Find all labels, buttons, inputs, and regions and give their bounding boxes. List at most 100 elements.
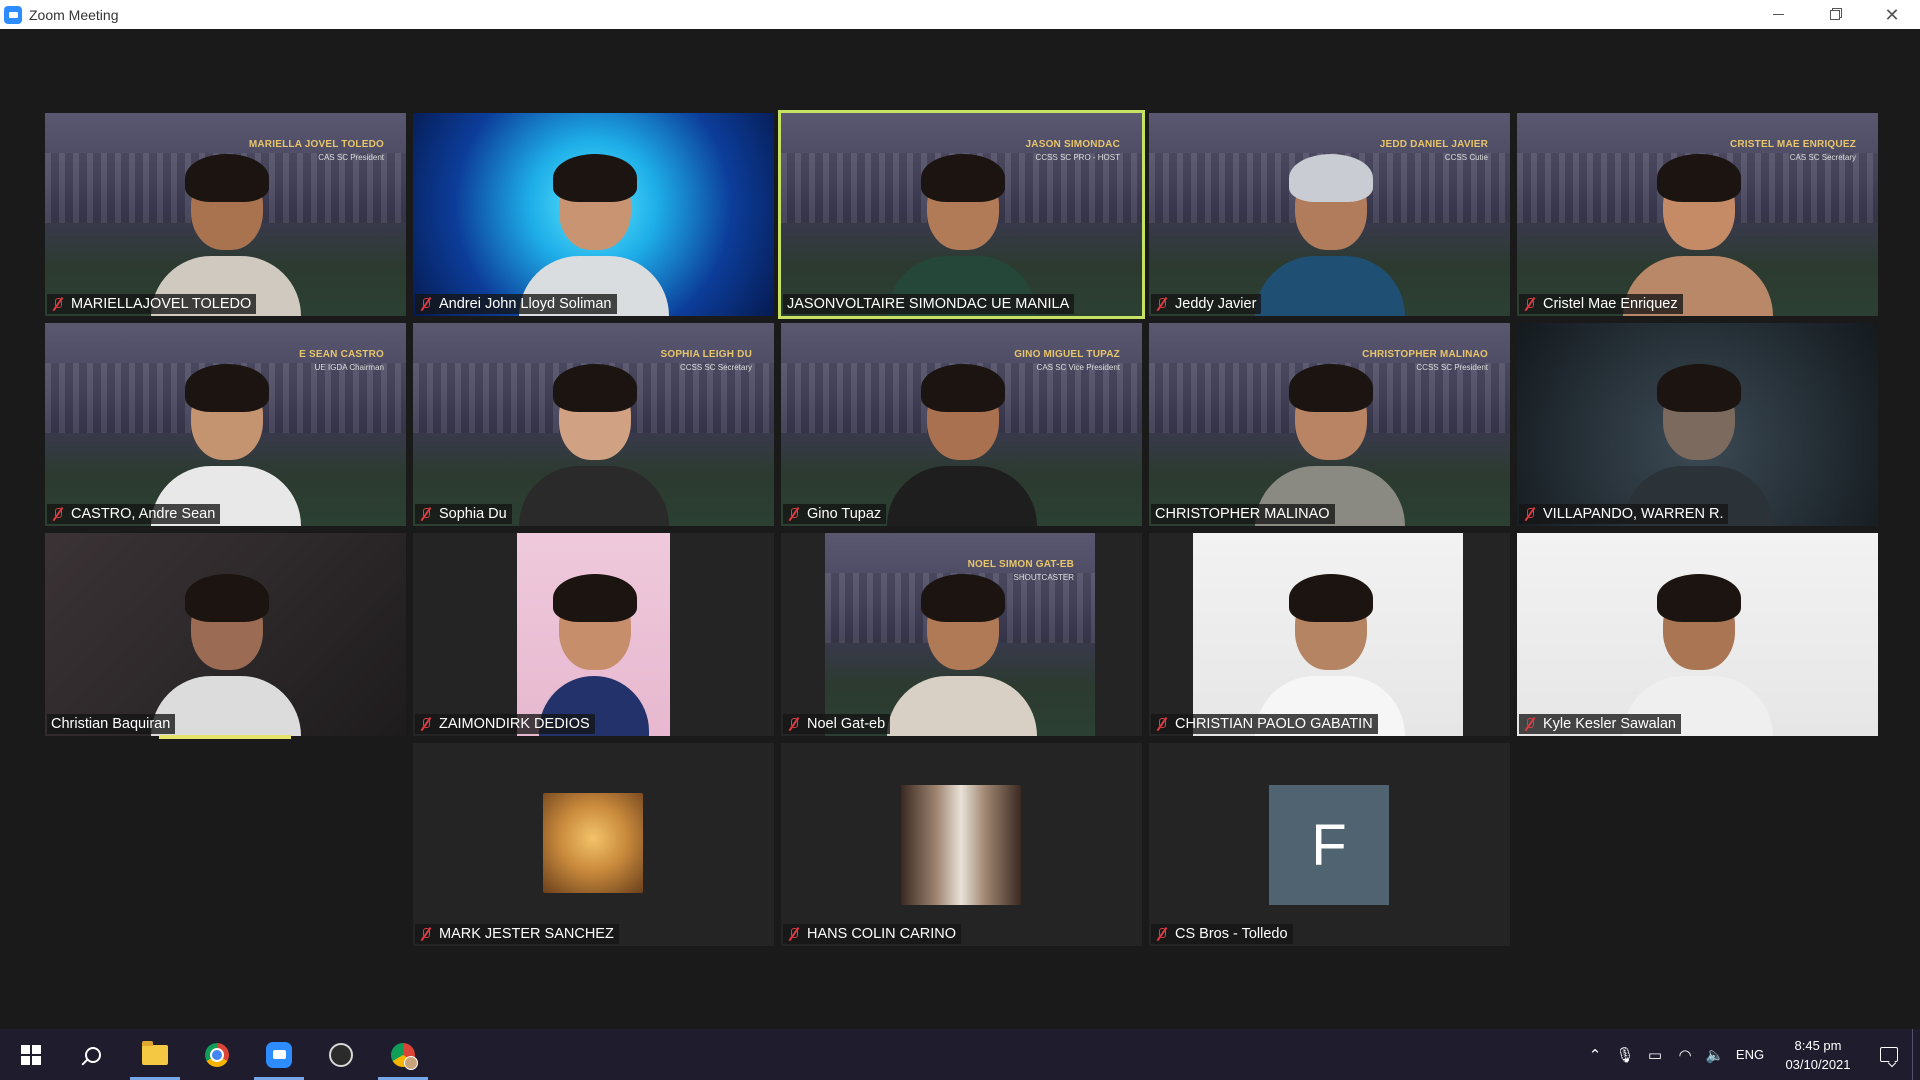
system-clock[interactable]: 8:45 pm 03/10/2021: [1770, 1036, 1866, 1074]
participant-nameplate: CHRISTIAN PAOLO GABATIN: [1151, 714, 1378, 734]
participant-name: HANS COLIN CARINO: [807, 926, 957, 942]
banner-title: UE IGDA Chairman: [314, 363, 384, 372]
clock-time: 8:45 pm: [1794, 1037, 1842, 1053]
start-button[interactable]: [0, 1029, 62, 1080]
profile-picture: [901, 785, 1021, 905]
participant-nameplate: MARIELLAJOVEL TOLEDO: [47, 294, 257, 314]
chrome-icon: [205, 1042, 229, 1067]
participant-tile[interactable]: E SEAN CASTRO UE IGDA Chairman CASTRO, A…: [45, 323, 406, 526]
participant-nameplate: Kyle Kesler Sawalan: [1519, 714, 1681, 734]
taskbar-zoom[interactable]: [248, 1029, 310, 1080]
network-tray-button[interactable]: ◠: [1670, 1029, 1700, 1080]
participant-nameplate: CASTRO, Andre Sean: [47, 504, 221, 524]
action-center-button[interactable]: [1866, 1029, 1912, 1080]
muted-mic-icon: [787, 507, 801, 521]
participant-name: Cristel Mae Enriquez: [1543, 296, 1678, 312]
participant-name: JASONVOLTAIRE SIMONDAC UE MANILA: [787, 296, 1070, 312]
participant-nameplate: Christian Baquiran: [47, 714, 176, 734]
participant-tile[interactable]: SOPHIA LEIGH DU CCSS SC Secretary Sophia…: [413, 323, 774, 526]
participant-figure: [1254, 566, 1405, 736]
zoom-app-icon: [4, 5, 22, 24]
participant-tile[interactable]: HANS COLIN CARINO: [781, 743, 1142, 946]
taskbar-file-explorer[interactable]: [124, 1029, 186, 1080]
participant-tile[interactable]: Andrei John Lloyd Soliman: [413, 113, 774, 316]
participant-tile[interactable]: JEDD DANIEL JAVIER CCSS Cutie Jeddy Javi…: [1149, 113, 1510, 316]
avatar-initial: F: [1269, 785, 1389, 905]
participant-tile[interactable]: CRISTEL MAE ENRIQUEZ CAS SC Secretary Cr…: [1517, 113, 1878, 316]
banner-title: CCSS SC PRO - HOST: [1035, 153, 1120, 162]
participant-name: CHRISTOPHER MALINAO: [1155, 506, 1330, 522]
participant-figure: [1254, 356, 1405, 526]
participant-nameplate: Gino Tupaz: [783, 504, 887, 524]
participant-tile[interactable]: Kyle Kesler Sawalan: [1517, 533, 1878, 736]
muted-mic-icon: [51, 507, 65, 521]
clock-date: 03/10/2021: [1785, 1056, 1851, 1072]
participant-name: Andrei John Lloyd Soliman: [439, 296, 612, 312]
participant-nameplate: Andrei John Lloyd Soliman: [415, 294, 617, 314]
participant-nameplate: Cristel Mae Enriquez: [1519, 294, 1683, 314]
wifi-icon: ◠: [1678, 1046, 1692, 1064]
muted-mic-icon: [1155, 927, 1169, 941]
taskbar-chrome[interactable]: [186, 1029, 248, 1080]
file-explorer-icon: [142, 1040, 168, 1065]
participant-name: Kyle Kesler Sawalan: [1543, 716, 1676, 732]
participant-name: Christian Baquiran: [51, 716, 171, 732]
participant-name: Jeddy Javier: [1175, 296, 1257, 312]
banner-name: JASON SIMONDAC: [1025, 139, 1120, 150]
taskbar-chrome-profile[interactable]: [372, 1029, 434, 1080]
muted-mic-icon: [787, 717, 801, 731]
battery-tray-button[interactable]: ▭: [1640, 1029, 1670, 1080]
window-title: Zoom Meeting: [29, 6, 119, 23]
restore-button[interactable]: [1807, 0, 1863, 29]
participant-nameplate: Sophia Du: [415, 504, 512, 524]
participant-tile[interactable]: F CS Bros - Tolledo: [1149, 743, 1510, 946]
participant-name: CS Bros - Tolledo: [1175, 926, 1288, 942]
muted-mic-icon: [419, 297, 433, 311]
participant-tile[interactable]: NOEL SIMON GAT-EB SHOUTCASTER Noel Gat-e…: [781, 533, 1142, 736]
notification-icon: [1880, 1047, 1898, 1062]
show-hidden-icons-button[interactable]: ⌃: [1580, 1029, 1610, 1080]
microphone-tray-button[interactable]: 🎙: [1610, 1029, 1640, 1080]
participant-tile[interactable]: Christian Baquiran: [45, 533, 406, 736]
participant-figure: [886, 566, 1037, 736]
participant-tile[interactable]: VILLAPANDO, WARREN R.: [1517, 323, 1878, 526]
windows-taskbar: ⌃ 🎙 ▭ ◠ 🔈 ENG 8:45 pm 03/10/2021: [0, 1029, 1920, 1080]
participant-tile[interactable]: MARK JESTER SANCHEZ: [413, 743, 774, 946]
microphone-icon: 🎙: [1615, 1046, 1635, 1064]
participant-figure: [519, 566, 669, 736]
muted-mic-icon: [419, 507, 433, 521]
participant-figure: [518, 356, 669, 526]
taskbar-obs[interactable]: [310, 1029, 372, 1080]
muted-mic-icon: [419, 927, 433, 941]
virtual-background-banner: E SEAN CASTRO UE IGDA Chairman: [299, 349, 384, 372]
muted-mic-icon: [419, 717, 433, 731]
participant-name: CHRISTIAN PAOLO GABATIN: [1175, 716, 1373, 732]
participant-name: Noel Gat-eb: [807, 716, 886, 732]
close-button[interactable]: ✕: [1864, 0, 1920, 29]
volume-tray-button[interactable]: 🔈: [1700, 1029, 1730, 1080]
participant-figure: [1622, 356, 1773, 526]
banner-title: CCSS SC Secretary: [679, 363, 752, 372]
minimize-button[interactable]: [1750, 0, 1806, 29]
participant-tile-active-speaker[interactable]: JASON SIMONDAC CCSS SC PRO - HOST JASONV…: [778, 110, 1145, 319]
show-desktop-button[interactable]: [1912, 1029, 1920, 1080]
speaker-icon: 🔈: [1705, 1046, 1725, 1064]
participant-figure: [1622, 146, 1773, 316]
speaking-indicator: [159, 735, 291, 739]
participant-name: ZAIMONDIRK DEDIOS: [439, 716, 590, 732]
input-language-indicator[interactable]: ENG: [1730, 1047, 1770, 1062]
muted-mic-icon: [1523, 297, 1537, 311]
participant-tile[interactable]: MARIELLA JOVEL TOLEDO CAS SC President M…: [45, 113, 406, 316]
windows-logo-icon: [21, 1044, 41, 1065]
taskbar-search-button[interactable]: [62, 1029, 124, 1080]
participant-tile[interactable]: ZAIMONDIRK DEDIOS: [413, 533, 774, 736]
participant-tile[interactable]: CHRISTIAN PAOLO GABATIN: [1149, 533, 1510, 736]
participant-figure: [518, 146, 669, 316]
participant-nameplate: Jeddy Javier: [1151, 294, 1262, 314]
restore-icon: [1830, 9, 1840, 20]
virtual-background-banner: SOPHIA LEIGH DU CCSS SC Secretary: [660, 349, 752, 372]
participant-nameplate: CS Bros - Tolledo: [1151, 924, 1293, 944]
participant-tile[interactable]: GINO MIGUEL TUPAZ CAS SC Vice President …: [781, 323, 1142, 526]
obs-icon: [329, 1042, 353, 1067]
participant-tile[interactable]: CHRISTOPHER MALINAO CCSS SC President CH…: [1149, 323, 1510, 526]
